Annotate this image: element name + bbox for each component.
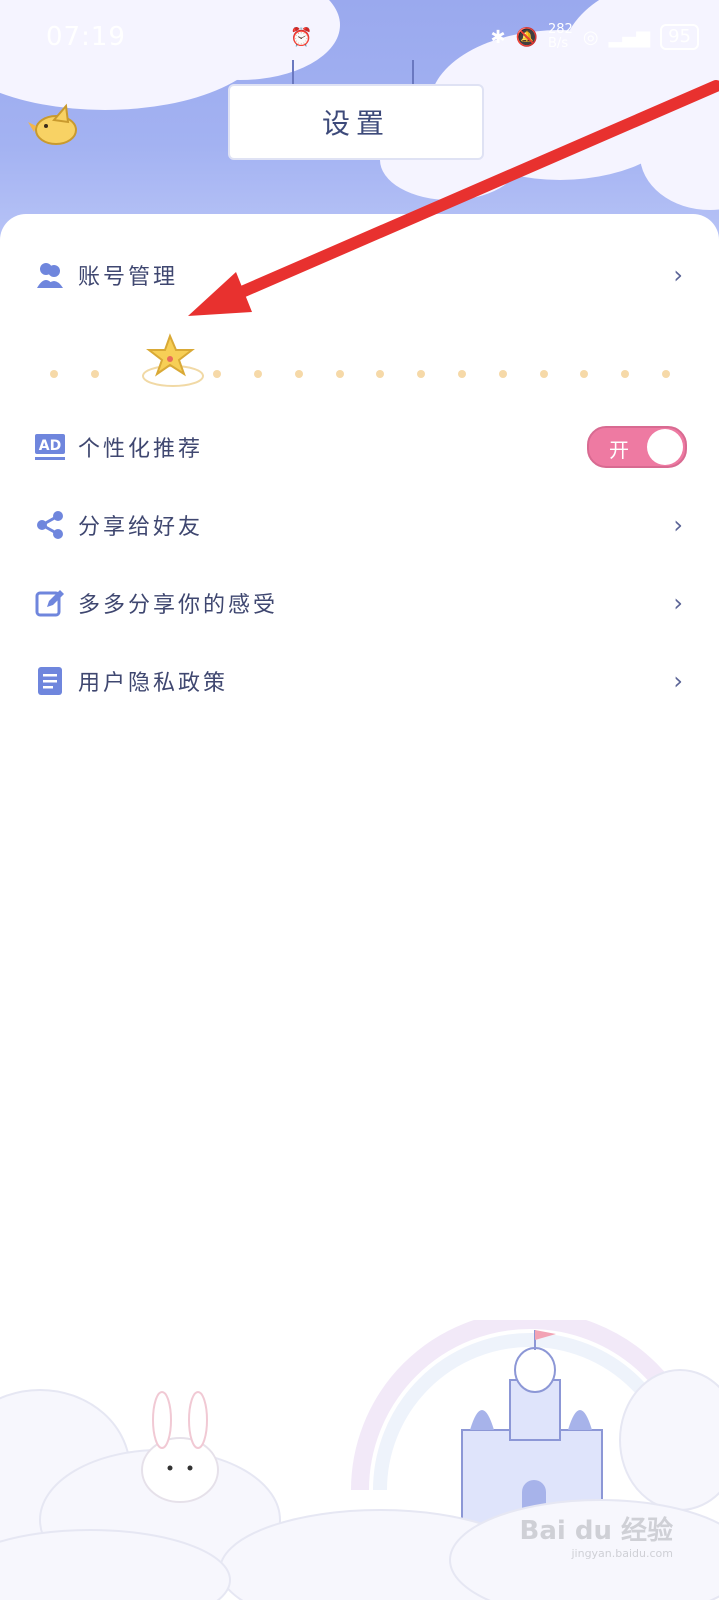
ad-icon: AD (34, 431, 66, 463)
menu-label-personalized: 个性化推荐 (78, 437, 204, 462)
toggle-label: 开 (609, 438, 629, 462)
svg-text:AD: AD (39, 438, 61, 454)
toggle-knob (647, 429, 683, 465)
chevron-right-icon: › (673, 261, 683, 289)
chevron-right-icon: › (673, 511, 683, 539)
personalized-toggle[interactable]: 开 (587, 426, 687, 468)
share-icon (34, 509, 66, 541)
menu-item-privacy[interactable]: 用户隐私政策 › (0, 646, 719, 716)
account-icon (34, 259, 66, 291)
menu-item-feedback[interactable]: 多多分享你的感受 › (0, 568, 719, 638)
menu-label-account: 账号管理 (78, 265, 179, 290)
menu-item-account[interactable]: 账号管理 › (0, 240, 719, 310)
menu-label-share: 分享给好友 (78, 515, 204, 540)
watermark: Bai du 经验 jingyan.baidu.com (519, 1516, 674, 1560)
decorative-divider (50, 370, 670, 380)
edit-icon (34, 587, 66, 619)
menu-item-share[interactable]: 分享给好友 › (0, 490, 719, 560)
menu-item-personalized: AD 个性化推荐 开 (0, 412, 719, 482)
chevron-right-icon: › (673, 589, 683, 617)
document-icon (34, 665, 66, 697)
menu-label-privacy: 用户隐私政策 (78, 671, 229, 696)
chevron-right-icon: › (673, 667, 683, 695)
menu-label-feedback: 多多分享你的感受 (78, 593, 279, 618)
